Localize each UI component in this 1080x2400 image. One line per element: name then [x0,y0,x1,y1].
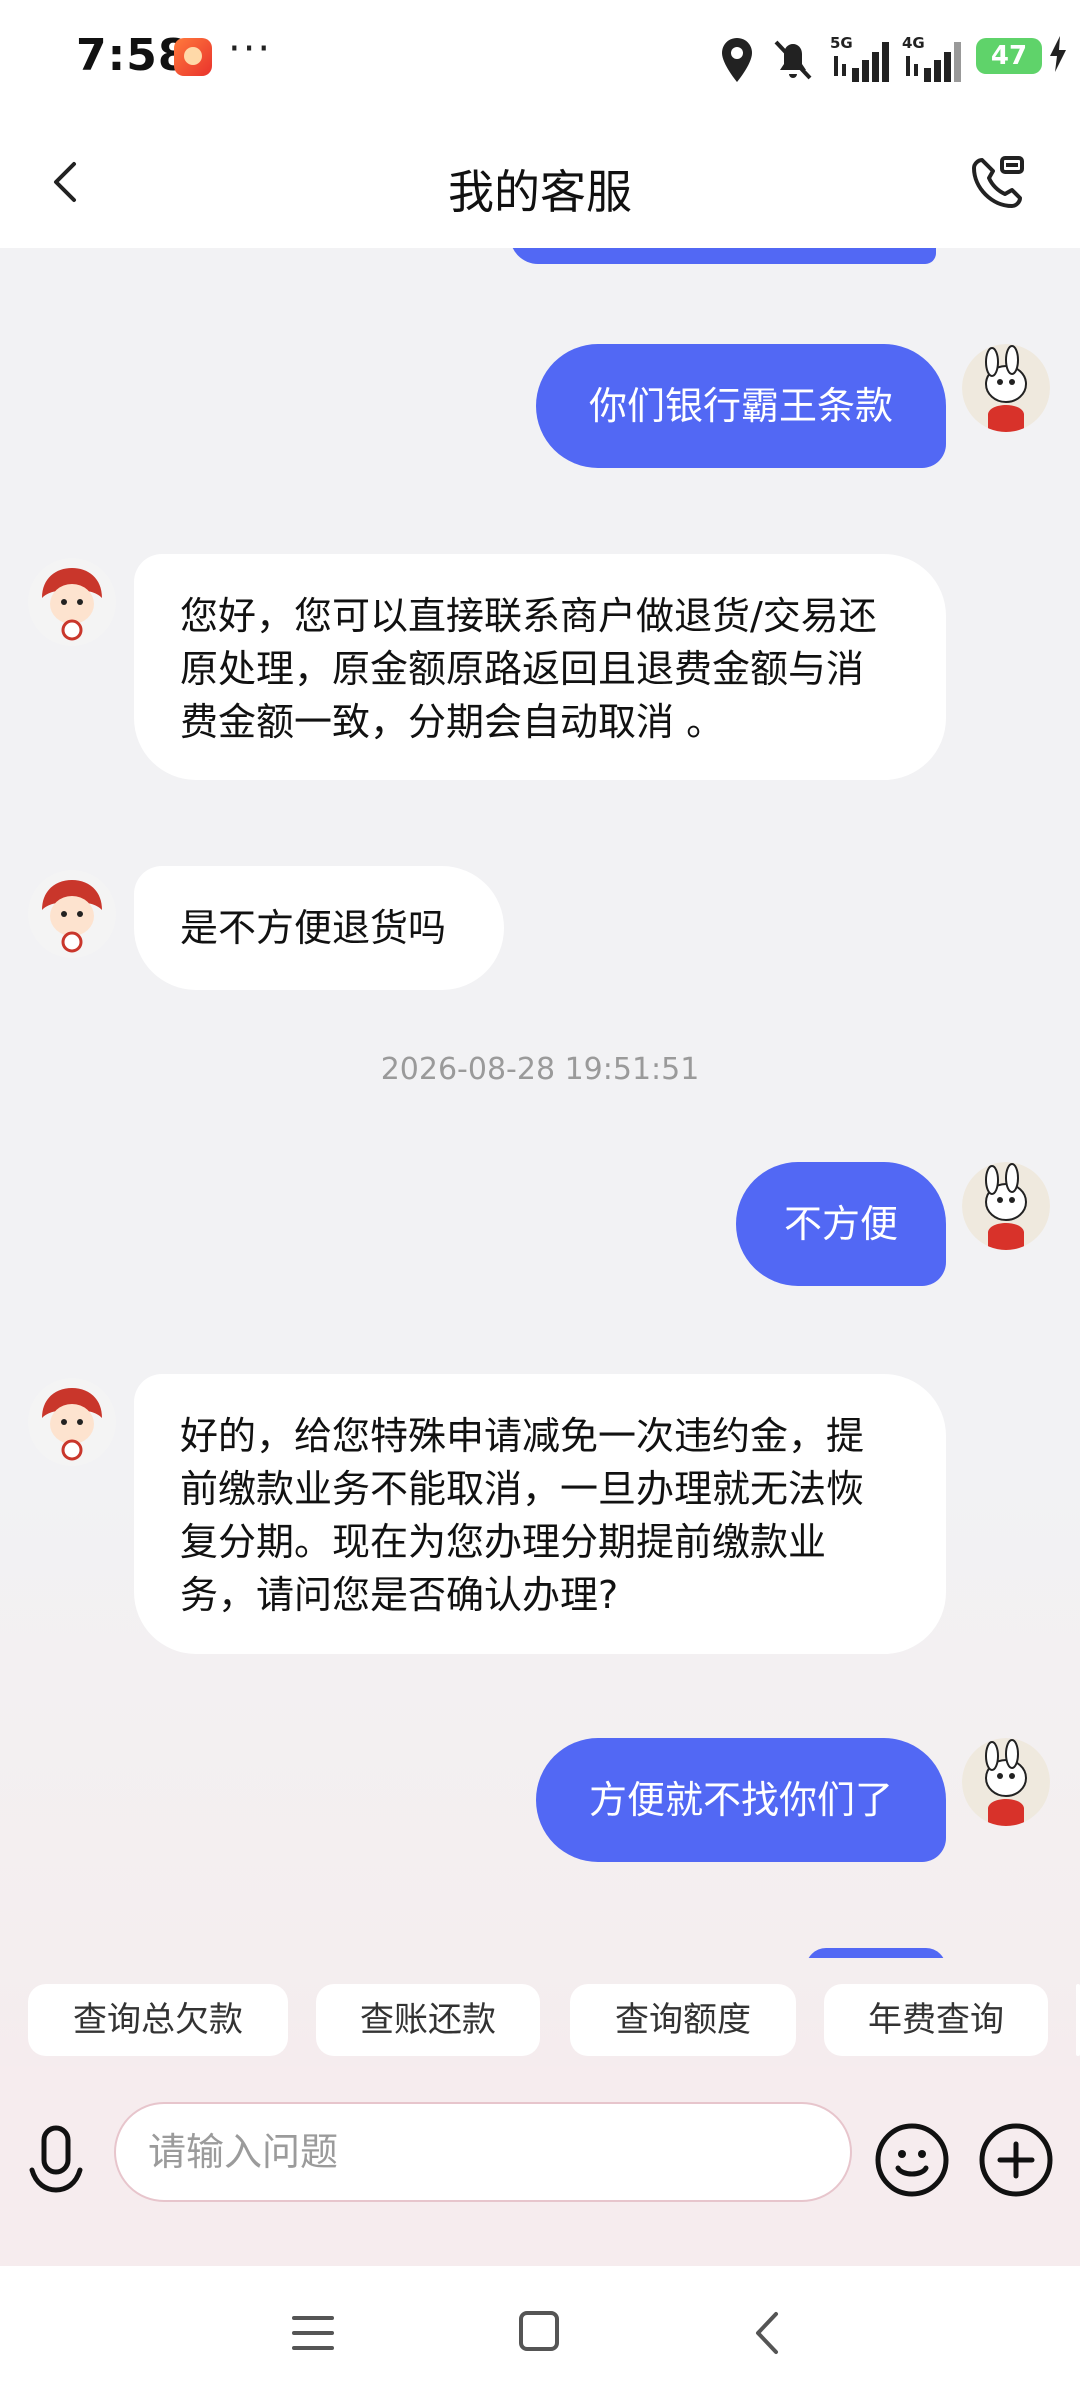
mute-icon [774,40,812,80]
page-title: 我的客服 [448,165,632,219]
system-navigation-bar [0,2266,1080,2400]
message-input[interactable]: 请输入问题 [114,2102,852,2202]
quick-reply-chip[interactable]: 查询额度 [570,1984,796,2056]
svg-text:4G: 4G [902,34,925,52]
bot-avatar [28,558,116,646]
partial-message-bubble [806,1948,946,1958]
partial-message-bubble [510,248,936,264]
svg-text:5G: 5G [830,34,853,52]
signal-4g-icon: 4G [902,34,961,82]
chat-header: 我的客服 [0,120,1080,248]
quick-reply-chip-partial[interactable] [1076,1984,1080,2056]
bot-message-bubble: 是不方便退货吗 [134,866,504,990]
quick-reply-chip[interactable]: 年费查询 [824,1984,1048,2056]
bot-message-bubble: 您好，您可以直接联系商户做退货/交易还原处理，原金额原路返回且退费金额与消费金额… [134,554,946,780]
message-timestamp: 2026-08-28 19:51:51 [380,1052,700,1087]
user-avatar [962,1738,1050,1826]
recent-apps-icon[interactable] [290,2310,336,2356]
quick-reply-bar: 查询总欠款 查账还款 查询额度 年费查询 [0,1958,1080,2066]
home-icon[interactable] [516,2308,562,2354]
bot-avatar [28,870,116,958]
emoji-icon[interactable] [874,2122,950,2198]
app-notification-icon [174,38,212,76]
user-message-bubble: 方便就不找你们了 [536,1738,946,1862]
charging-icon [1050,36,1066,72]
status-bar: 7:58 ··· 5G 4G 47 [0,0,1080,120]
input-bar: 请输入问题 [0,2066,1080,2266]
quick-reply-chip[interactable]: 查询总欠款 [28,1984,288,2056]
signal-5g-icon: 5G [830,34,889,82]
add-icon[interactable] [978,2122,1054,2198]
bot-message-bubble: 好的，给您特殊申请减免一次违约金，提前缴款业务不能取消，一旦办理就无法恢复分期。… [134,1374,946,1654]
user-avatar [962,344,1050,432]
chat-message-list[interactable]: 你们银行霸王条款 您好，您可以直接联系商户做退货/交易还原处理，原金额原路返回且… [0,248,1080,1958]
more-notifications-icon: ··· [228,26,273,72]
user-message-bubble: 你们银行霸王条款 [536,344,946,468]
bot-avatar [28,1378,116,1466]
location-icon [722,38,752,82]
battery-indicator: 47 [976,38,1042,74]
phone-call-icon[interactable] [968,152,1028,212]
status-time: 7:58 [76,30,190,81]
user-message-bubble: 不方便 [736,1162,946,1286]
nav-back-icon[interactable] [746,2308,792,2358]
microphone-icon[interactable] [24,2122,88,2202]
quick-reply-chip[interactable]: 查账还款 [316,1984,540,2056]
user-avatar [962,1162,1050,1250]
